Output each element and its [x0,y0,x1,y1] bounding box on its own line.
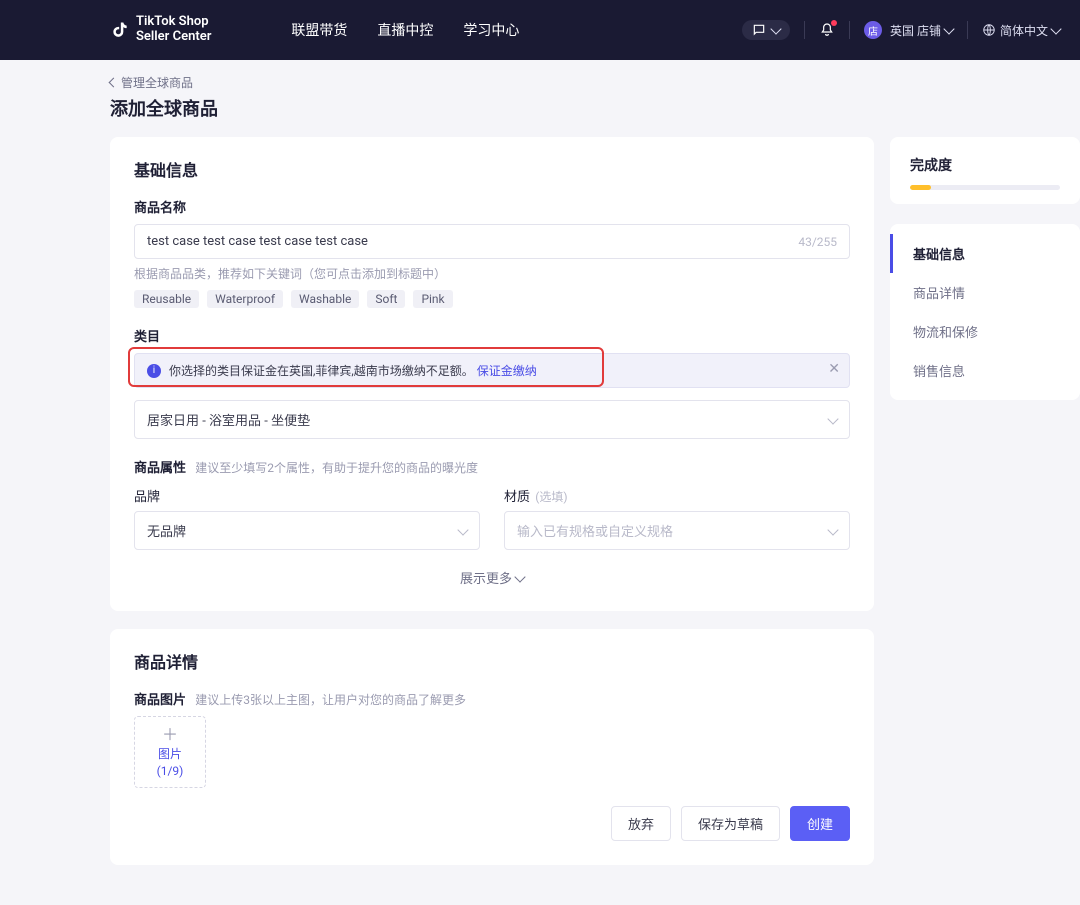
attributes-hint: 建议至少填写2个属性，有助于提升您的商品的曝光度 [195,461,478,475]
show-more-label: 展示更多 [460,568,512,587]
deposit-alert: i 你选择的类目保证金在英国,菲律宾,越南市场缴纳不足额。 保证金缴纳 ✕ [134,353,850,388]
anchor-product-detail[interactable]: 商品详情 [890,273,1080,312]
section-anchors: 基础信息 商品详情 物流和保修 销售信息 [890,224,1080,400]
category-select[interactable]: 居家日用 - 浴室用品 - 坐便垫 [134,400,850,439]
messages-button[interactable] [742,20,790,40]
chevron-down-icon [514,571,525,582]
chevron-down-icon [770,23,781,34]
keyword-tag[interactable]: Pink [413,290,452,308]
image-upload-button[interactable]: ＋ 图片 (1/9) [134,716,206,788]
chevron-down-icon [1050,23,1061,34]
deposit-link[interactable]: 保证金缴纳 [477,364,537,378]
basic-info-card: 基础信息 商品名称 test case test case test case … [110,137,874,611]
info-icon: i [147,364,161,378]
breadcrumb[interactable]: 管理全球商品 [110,74,1080,91]
upload-label: 图片 [158,745,182,762]
brand-logo[interactable]: TikTok Shop Seller Center [110,15,211,45]
create-button[interactable]: 创建 [790,806,850,841]
globe-icon [982,23,996,37]
keyword-tag[interactable]: Washable [291,290,359,308]
product-image-label-text: 商品图片 [134,693,186,708]
completion-progress [910,185,1060,190]
category-value: 居家日用 - 浴室用品 - 坐便垫 [147,410,310,429]
discard-button[interactable]: 放弃 [611,806,671,841]
chevron-down-icon [943,23,954,34]
keyword-tag[interactable]: Reusable [134,290,199,308]
keyword-tag[interactable]: Waterproof [207,290,283,308]
anchor-basic-info[interactable]: 基础信息 [890,234,1080,273]
plus-icon: ＋ [162,727,178,743]
keyword-tags: Reusable Waterproof Washable Soft Pink [134,290,850,308]
attributes-label: 商品属性 建议至少填写2个属性，有助于提升您的商品的曝光度 [134,457,850,476]
nav-link-learn[interactable]: 学习中心 [463,20,519,40]
breadcrumb-label: 管理全球商品 [121,74,193,91]
brand-select[interactable]: 无品牌 [134,511,480,550]
upload-count: (1/9) [157,764,184,778]
notifications-button[interactable] [819,22,835,38]
form-footer: 放弃 保存为草稿 创建 [134,806,850,841]
product-name-value: test case test case test case test case [147,234,368,249]
nav-link-live[interactable]: 直播中控 [377,20,433,40]
material-optional: (选填) [535,490,567,504]
material-placeholder: 输入已有规格或自定义规格 [517,521,673,540]
show-more-button[interactable]: 展示更多 [134,568,850,587]
anchor-logistics[interactable]: 物流和保修 [890,312,1080,351]
brand-line2: Seller Center [136,30,211,45]
keyword-hint: 根据商品品类，推荐如下关键词（您可点击添加到标题中） [134,265,850,282]
top-nav: TikTok Shop Seller Center 联盟带货 直播中控 学习中心… [0,0,1080,60]
product-image-label: 商品图片 建议上传3张以上主图，让用户对您的商品了解更多 [134,689,850,708]
material-label: 材质 (选填) [504,486,850,505]
category-label: 类目 [134,326,850,345]
material-select[interactable]: 输入已有规格或自定义规格 [504,511,850,550]
chevron-down-icon [827,524,838,535]
nav-link-alliance[interactable]: 联盟带货 [291,20,347,40]
brand-label: 品牌 [134,486,480,505]
alert-text: 你选择的类目保证金在英国,菲律宾,越南市场缴纳不足额。 [169,364,474,378]
product-image-hint: 建议上传3张以上主图，让用户对您的商品了解更多 [195,693,466,707]
chevron-down-icon [827,413,838,424]
notification-dot [831,20,837,26]
anchor-sales-info[interactable]: 销售信息 [890,351,1080,390]
save-draft-button[interactable]: 保存为草稿 [681,806,780,841]
chat-icon [752,23,766,37]
completion-card: 完成度 [890,137,1080,204]
attributes-label-text: 商品属性 [134,461,186,476]
shop-switcher[interactable]: 店 英国 店铺 [864,21,953,39]
shop-avatar-icon: 店 [864,21,882,39]
product-name-input[interactable]: test case test case test case test case … [134,224,850,259]
completion-title: 完成度 [910,155,1060,175]
product-detail-heading: 商品详情 [134,649,850,673]
chevron-down-icon [457,524,468,535]
brand-line1: TikTok Shop [136,15,211,30]
product-name-label: 商品名称 [134,197,850,216]
shop-label: 英国 店铺 [890,22,941,39]
page-title: 添加全球商品 [110,95,1080,121]
language-switcher[interactable]: 简体中文 [982,22,1060,39]
tiktok-icon [110,20,130,40]
completion-progress-fill [910,185,931,190]
alert-close-button[interactable]: ✕ [828,361,840,377]
brand-value: 无品牌 [147,521,186,540]
chevron-left-icon [109,78,119,88]
keyword-tag[interactable]: Soft [367,290,405,308]
language-label: 简体中文 [1000,22,1048,39]
product-detail-card: 商品详情 商品图片 建议上传3张以上主图，让用户对您的商品了解更多 ＋ 图片 (… [110,629,874,865]
basic-info-heading: 基础信息 [134,157,850,181]
material-label-text: 材质 [504,490,530,505]
char-counter: 43/255 [798,235,837,249]
